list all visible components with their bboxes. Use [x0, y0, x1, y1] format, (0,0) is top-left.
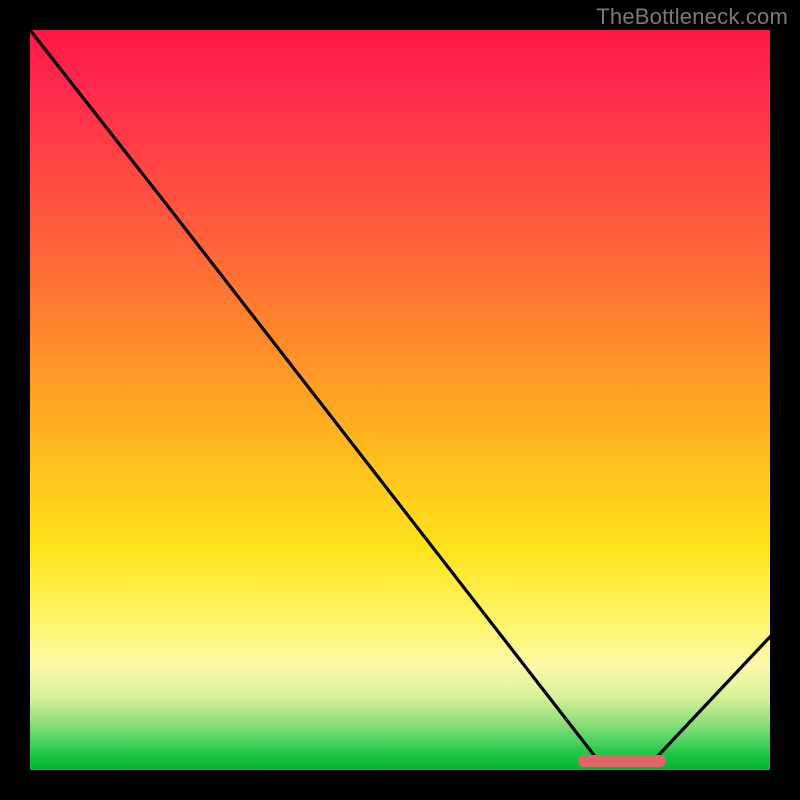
optimal-range-marker — [578, 755, 667, 767]
attribution-text: TheBottleneck.com — [596, 4, 788, 30]
heat-gradient — [30, 30, 770, 770]
plot-area — [30, 30, 770, 770]
chart-stage: TheBottleneck.com — [0, 0, 800, 800]
